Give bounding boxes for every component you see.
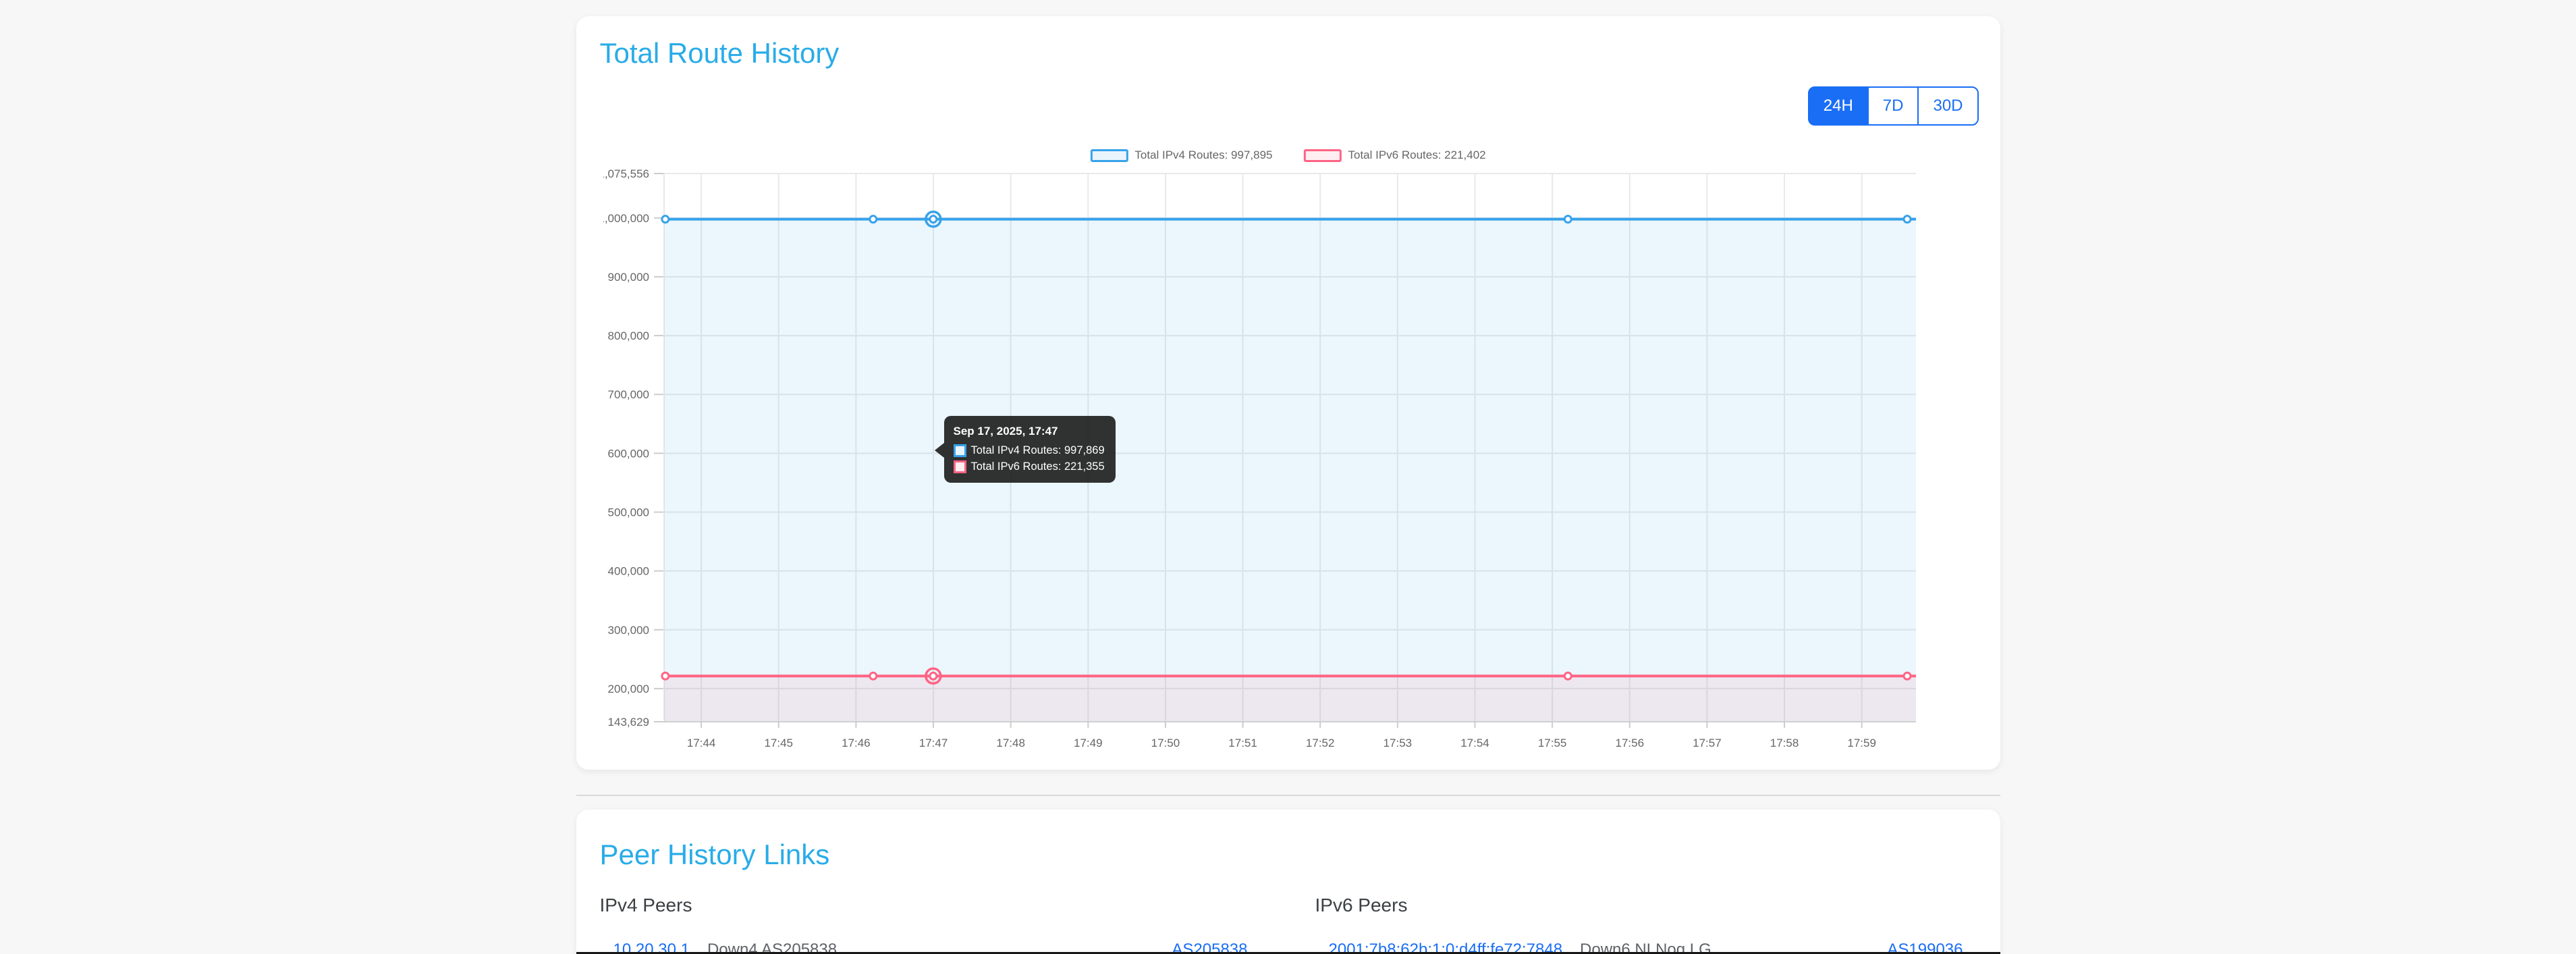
tooltip-row-ipv6: Total IPv6 Routes: 221,355 — [954, 460, 1105, 473]
range-7d-button[interactable]: 7D — [1867, 86, 1919, 126]
y-tick-label: 500,000 — [607, 506, 649, 519]
y-tick-label: 700,000 — [607, 388, 649, 401]
data-point-marker — [869, 216, 876, 223]
data-point-marker — [1904, 216, 1911, 223]
x-tick-label: 17:54 — [1460, 737, 1489, 749]
route-history-chart[interactable]: 1,075,556 1,000,000 900,000 800,000 700,000 6… — [603, 169, 1953, 763]
ipv4-peers-heading: IPv4 Peers — [600, 895, 1261, 916]
legend-item-ipv4[interactable]: Total IPv4 Routes: 997,895 — [1090, 149, 1272, 162]
peers-grid: IPv4 Peers 10.20.30.1 Down4 AS205838 AS2… — [600, 895, 1977, 954]
page-content: Total Route History 24H 7D 30D Total IPv… — [576, 16, 2000, 954]
data-point-marker — [869, 672, 876, 679]
y-tick-label: 600,000 — [607, 447, 649, 460]
ipv6-legend-label: Total IPv6 Routes: 221,402 — [1348, 149, 1486, 162]
ipv6-legend-swatch — [1304, 149, 1342, 162]
y-tick-label: 800,000 — [607, 329, 649, 342]
x-tick-label: 17:53 — [1383, 737, 1412, 749]
tooltip-caret — [935, 443, 944, 458]
tooltip-row-ipv4: Total IPv4 Routes: 997,869 — [954, 444, 1105, 457]
x-tick-label: 17:56 — [1615, 737, 1644, 749]
data-point-marker — [1564, 216, 1571, 223]
y-tick-label: 1,000,000 — [603, 212, 649, 225]
ipv6-peers-heading: IPv6 Peers — [1315, 895, 1977, 916]
data-point-marker — [1564, 672, 1571, 679]
y-tick-label: 400,000 — [607, 565, 649, 578]
tooltip-ipv4-value: Total IPv4 Routes: 997,869 — [971, 444, 1105, 456]
x-tick-label: 17:48 — [996, 737, 1025, 749]
ipv4-legend-swatch — [1090, 149, 1128, 162]
y-tick-label: 200,000 — [607, 683, 649, 695]
x-tick-label: 17:47 — [919, 737, 948, 749]
data-point-marker — [661, 672, 668, 679]
legend-item-ipv6[interactable]: Total IPv6 Routes: 221,402 — [1304, 149, 1486, 162]
ipv6-peers-column: IPv6 Peers 2001:7b8:62b:1:0:d4ff:fe72:78… — [1315, 895, 1977, 954]
series-area — [664, 676, 1916, 722]
data-point-marker — [661, 216, 668, 223]
y-tick-label: 300,000 — [607, 624, 649, 637]
ipv4-tooltip-swatch — [954, 444, 966, 457]
data-point-marker — [1904, 672, 1911, 679]
x-tick-label: 17:44 — [686, 737, 715, 749]
data-point-marker — [929, 672, 936, 679]
ipv6-tooltip-swatch — [954, 460, 966, 473]
y-tick-label: 1,075,556 — [603, 169, 649, 180]
x-tick-label: 17:49 — [1074, 737, 1103, 749]
x-tick-label: 17:57 — [1693, 737, 1722, 749]
section-divider — [576, 795, 2000, 796]
x-tick-label: 17:55 — [1537, 737, 1566, 749]
tooltip-title: Sep 17, 2025, 17:47 — [954, 425, 1105, 438]
x-tick-label: 17:45 — [764, 737, 793, 749]
series-area — [664, 219, 1916, 722]
peer-history-links-card: Peer History Links IPv4 Peers 10.20.30.1… — [576, 810, 2000, 954]
chart-legend: Total IPv4 Routes: 997,895 Total IPv6 Ro… — [1090, 149, 1485, 162]
y-tick-label: 900,000 — [607, 271, 649, 284]
range-30d-button[interactable]: 30D — [1917, 86, 1978, 126]
x-tick-label: 17:59 — [1847, 737, 1876, 749]
x-tick-label: 17:58 — [1770, 737, 1799, 749]
route-history-title: Total Route History — [600, 36, 1977, 70]
route-history-card: Total Route History 24H 7D 30D Total IPv… — [576, 16, 2000, 770]
x-tick-label: 17:51 — [1228, 737, 1257, 749]
time-range-button-group: 24H 7D 30D — [1808, 86, 1979, 126]
chart-tooltip: Sep 17, 2025, 17:47 Total IPv4 Routes: 9… — [944, 416, 1116, 483]
y-tick-label: 143,629 — [607, 716, 649, 728]
tooltip-ipv6-value: Total IPv6 Routes: 221,355 — [971, 460, 1105, 473]
data-point-marker — [929, 216, 936, 223]
ipv4-legend-label: Total IPv4 Routes: 997,895 — [1134, 149, 1272, 162]
ipv4-peers-column: IPv4 Peers 10.20.30.1 Down4 AS205838 AS2… — [600, 895, 1261, 954]
x-tick-label: 17:50 — [1151, 737, 1180, 749]
x-tick-label: 17:46 — [842, 737, 871, 749]
peer-history-links-title: Peer History Links — [600, 838, 1977, 872]
range-24h-button[interactable]: 24H — [1808, 86, 1869, 126]
x-tick-label: 17:52 — [1305, 737, 1334, 749]
